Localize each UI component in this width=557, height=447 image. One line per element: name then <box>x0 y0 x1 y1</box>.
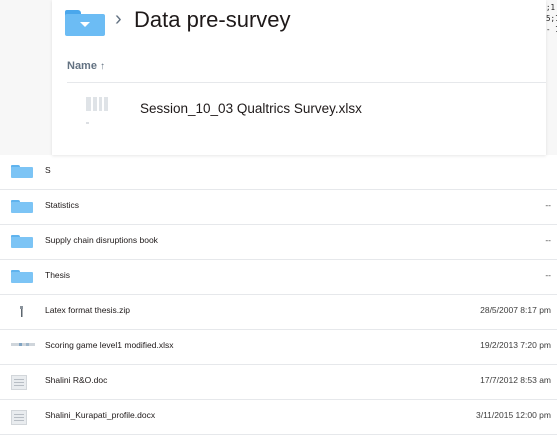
file-row[interactable]: Statistics -- <box>0 190 557 225</box>
folder-preview-card: › Data pre-survey Name ↑ Session_10_03 Qu… <box>52 0 546 155</box>
code-line: ;1 <box>546 3 556 12</box>
file-name[interactable]: Scoring game level1 modified.xlsx <box>45 340 174 350</box>
file-row[interactable]: Latex format thesis.zip 28/5/2007 8:17 p… <box>0 295 557 330</box>
document-thumbnail-icon <box>11 410 27 425</box>
file-list: S Statistics -- Supply chain disruptions… <box>0 155 557 447</box>
folder-icon <box>11 270 33 283</box>
file-modified: 3/11/2015 12:00 pm <box>476 410 551 420</box>
file-modified: 17/7/2012 8:53 am <box>480 375 551 385</box>
file-name[interactable]: Thesis <box>45 270 70 280</box>
file-modified: -- <box>545 270 551 280</box>
file-name[interactable]: Session_10_03 Qualtrics Survey.xlsx <box>140 101 362 116</box>
file-name[interactable]: Latex format thesis.zip <box>45 305 130 315</box>
code-fragment: ;1 5;1 - 1 <box>546 2 557 35</box>
file-modified: -- <box>545 200 551 210</box>
file-row[interactable]: S <box>0 155 557 190</box>
file-name[interactable]: Statistics <box>45 200 79 210</box>
page-title: Data pre-survey <box>134 7 291 32</box>
file-name[interactable]: Shalini_Kurapati_profile.docx <box>45 410 155 420</box>
folder-icon <box>11 200 33 213</box>
file-name[interactable]: Shalini R&O.doc <box>45 375 107 385</box>
file-row[interactable]: Scoring game level1 modified.xlsx 19/2/2… <box>0 330 557 365</box>
folder-dropdown-icon[interactable] <box>65 10 105 36</box>
file-row[interactable]: Shalini_Kurapati_profile.docx 3/11/2015 … <box>0 400 557 435</box>
file-modified: 19/2/2013 7:20 pm <box>480 340 551 350</box>
file-row[interactable]: Supply chain disruptions book -- <box>0 225 557 260</box>
file-modified: 28/5/2007 8:17 pm <box>480 305 551 315</box>
folder-icon <box>11 165 33 178</box>
file-row[interactable]: Shalini R&O.doc 17/7/2012 8:53 am <box>0 365 557 400</box>
header-divider <box>67 82 546 83</box>
code-line: - 1 <box>546 25 557 34</box>
name-column-header[interactable]: Name ↑ <box>67 60 105 72</box>
file-modified: -- <box>545 235 551 245</box>
column-header-label: Name <box>67 60 97 72</box>
zip-file-icon <box>20 306 23 317</box>
folder-icon <box>11 235 33 248</box>
thumbnail-shadow <box>86 122 89 124</box>
spreadsheet-thumbnail-icon <box>86 97 108 111</box>
code-line: 5;1 <box>546 14 557 23</box>
file-name[interactable]: Supply chain disruptions book <box>45 235 158 245</box>
spreadsheet-thumbnail-icon <box>11 343 35 346</box>
file-name[interactable]: S <box>45 165 51 175</box>
file-row[interactable]: Thesis -- <box>0 260 557 295</box>
sort-ascending-icon[interactable]: ↑ <box>100 61 105 72</box>
breadcrumb-separator: › <box>115 8 122 30</box>
document-thumbnail-icon <box>11 375 27 390</box>
